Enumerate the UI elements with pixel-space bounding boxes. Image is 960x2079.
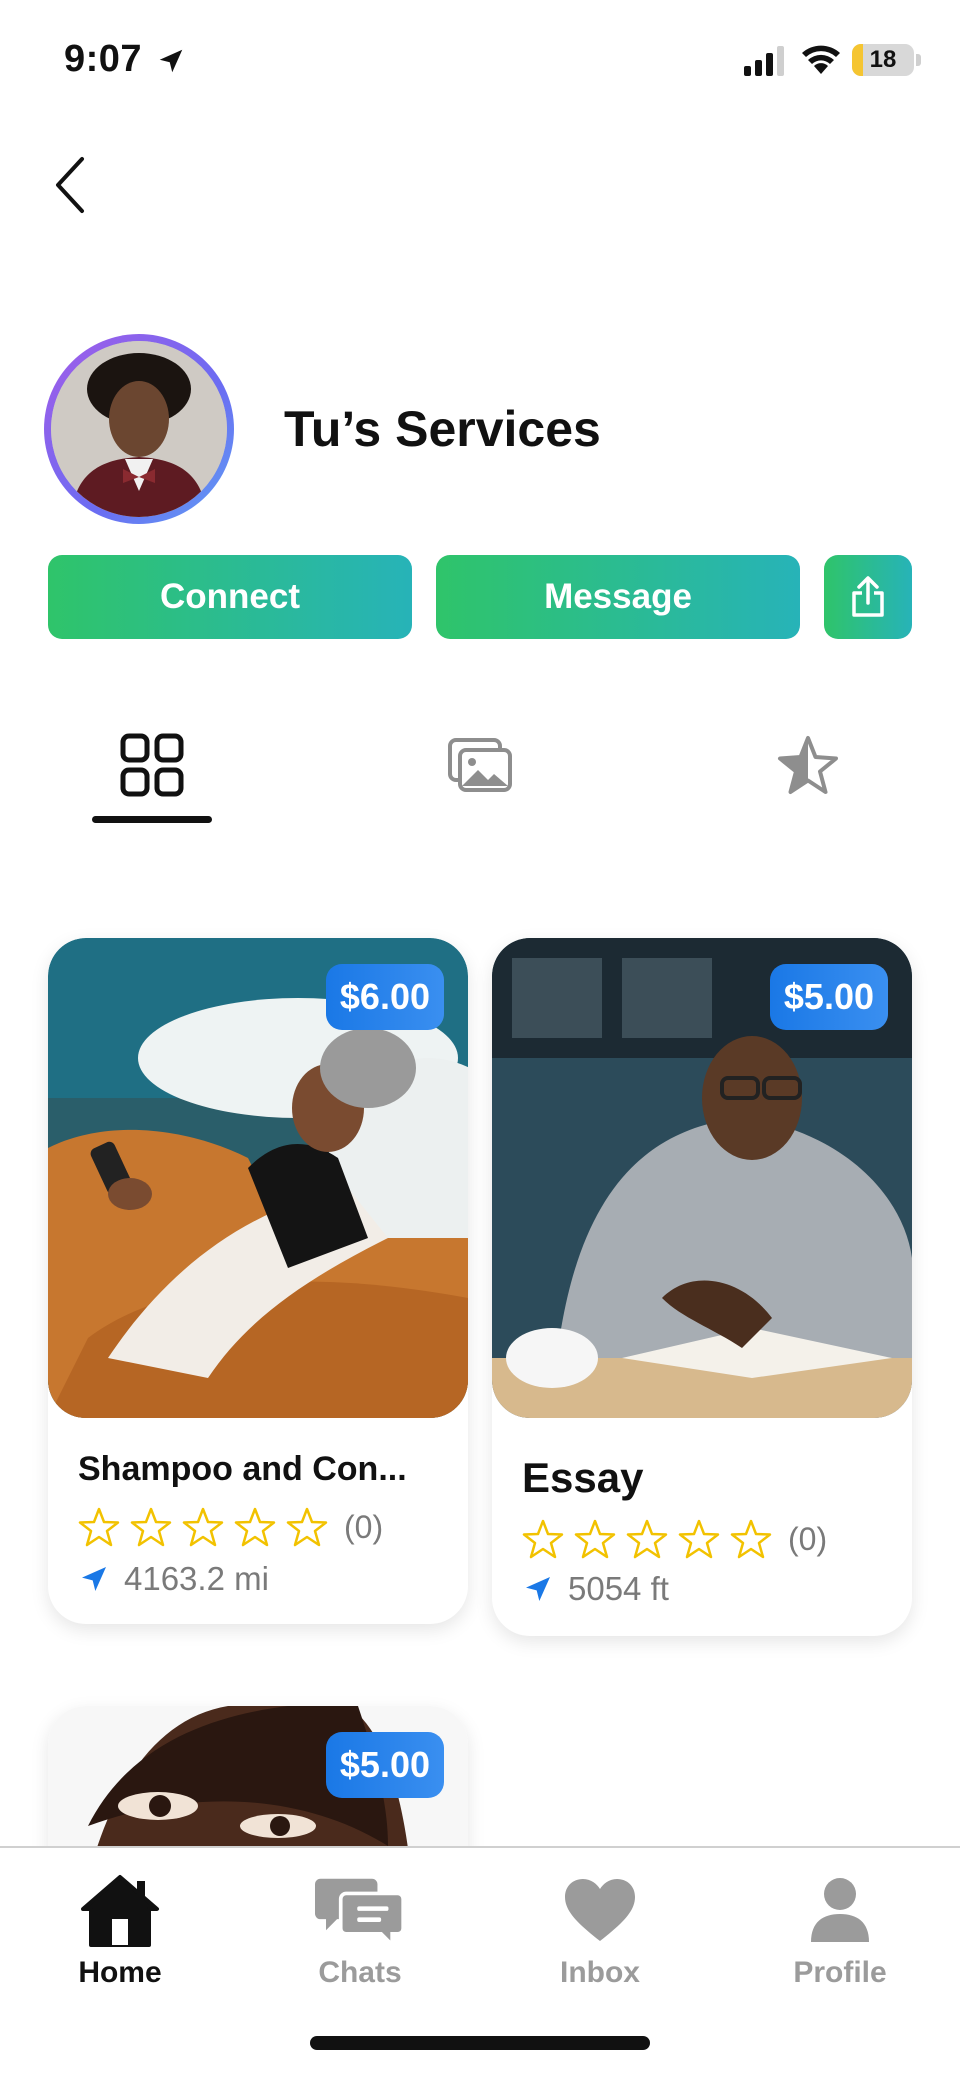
tab-grid[interactable]	[92, 720, 212, 810]
star-outline-icon	[574, 1519, 616, 1559]
grid-icon	[120, 733, 184, 797]
star-outline-icon	[78, 1507, 120, 1547]
star-rating	[78, 1506, 328, 1548]
distance-text: 4163.2 mi	[124, 1560, 269, 1597]
location-arrow-icon	[82, 1567, 106, 1591]
profile-name: Tu’s Services	[284, 401, 601, 457]
wifi-icon	[802, 45, 840, 74]
chevron-left-icon	[56, 157, 84, 213]
share-icon	[852, 576, 884, 617]
star-icon	[778, 736, 838, 794]
avatar-photo	[51, 341, 227, 517]
battery-tip	[916, 54, 921, 66]
service-image-essay: $5.00	[492, 938, 912, 1418]
nav-home-label: Home	[78, 1956, 162, 1989]
star-outline-icon	[626, 1519, 668, 1559]
active-tab-indicator	[92, 816, 212, 823]
home-icon	[81, 1875, 159, 1947]
rating-count: (0)	[344, 1508, 384, 1545]
rating-row: (0)	[78, 1506, 383, 1548]
battery-indicator: 18	[852, 44, 914, 76]
star-outline-icon	[182, 1507, 224, 1547]
tab-reviews[interactable]	[748, 720, 868, 810]
service-title: Shampoo and Con...	[78, 1450, 407, 1488]
nav-chats-label: Chats	[318, 1956, 402, 1989]
distance-row: 4163.2 mi	[78, 1560, 269, 1598]
cellular-signal-icon	[744, 46, 784, 76]
heart-icon	[565, 1879, 635, 1941]
price-badge: $5.00	[325, 1732, 444, 1798]
star-outline-icon	[130, 1507, 172, 1547]
price-badge: $6.00	[325, 964, 444, 1030]
price-badge: $5.00	[769, 964, 888, 1030]
service-card[interactable]: $6.00 Shampoo and Con... (0) 4163.2 mi	[48, 938, 468, 1624]
connect-button[interactable]: Connect	[48, 555, 412, 639]
star-rating	[522, 1518, 772, 1560]
nav-profile[interactable]: Profile	[720, 1870, 960, 2010]
tab-photos[interactable]	[420, 720, 540, 810]
nav-chats[interactable]: Chats	[240, 1870, 480, 2010]
nav-home[interactable]: Home	[0, 1870, 240, 2010]
service-title: Essay	[522, 1454, 644, 1501]
person-icon	[811, 1878, 869, 1942]
distance-row: 5054 ft	[522, 1570, 669, 1608]
star-outline-icon	[678, 1519, 720, 1559]
nav-inbox[interactable]: Inbox	[480, 1870, 720, 2010]
photos-icon	[448, 738, 512, 792]
message-button[interactable]: Message	[436, 555, 800, 639]
home-indicator	[310, 2036, 650, 2050]
distance-text: 5054 ft	[568, 1570, 669, 1607]
rating-count: (0)	[788, 1520, 828, 1557]
location-services-icon	[159, 49, 183, 73]
service-image-shampoo: $6.00	[48, 938, 468, 1418]
star-outline-icon	[286, 1507, 328, 1547]
chats-icon	[315, 1878, 405, 1950]
rating-row: (0)	[522, 1518, 827, 1560]
star-outline-icon	[234, 1507, 276, 1547]
nav-inbox-label: Inbox	[560, 1956, 640, 1989]
nav-profile-label: Profile	[793, 1956, 887, 1989]
status-time: 9:07	[64, 38, 143, 80]
location-arrow-icon	[526, 1577, 550, 1601]
star-outline-icon	[730, 1519, 772, 1559]
service-card[interactable]: $5.00 Essay (0) 5054 ft	[492, 938, 912, 1636]
status-bar: 9:07 18	[0, 0, 960, 120]
avatar[interactable]	[44, 334, 234, 524]
avatar-portrait-image	[51, 341, 227, 517]
battery-percent: 18	[869, 46, 897, 73]
star-outline-icon	[522, 1519, 564, 1559]
share-button[interactable]	[824, 555, 912, 639]
back-button[interactable]	[40, 150, 100, 220]
